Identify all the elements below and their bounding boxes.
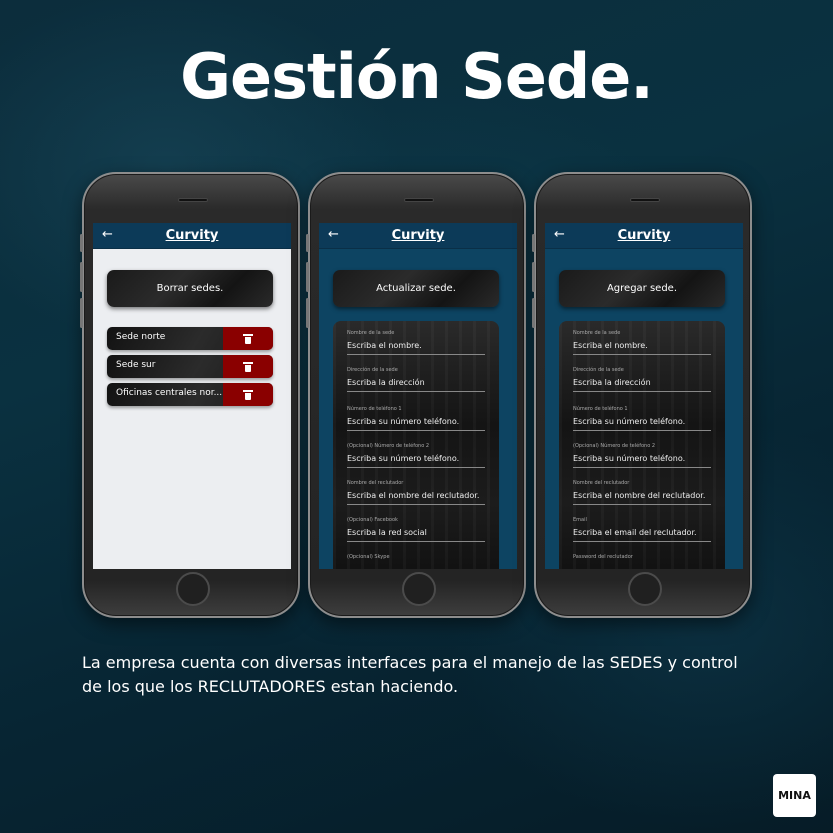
sede-name: Oficinas centrales nor...	[116, 388, 223, 398]
field-input[interactable]: Escriba el nombre.	[573, 341, 711, 355]
field-input[interactable]: Escriba la dirección	[573, 378, 711, 392]
phone-mockup-update: ← Curvity Actualizar sede. Nombre de la …	[306, 172, 526, 618]
app-title: Curvity	[617, 228, 671, 243]
field-input[interactable]: Escriba la dirección	[347, 378, 485, 392]
field-label: (Opcional) Facebook	[347, 517, 398, 523]
form-field[interactable]: (Opcional) Número de teléfono 2 Escriba …	[573, 443, 711, 468]
add-sede-button[interactable]: Agregar sede.	[559, 270, 725, 307]
list-item[interactable]: Oficinas centrales nor...	[107, 383, 273, 406]
field-input[interactable]: Escriba el nombre del reclutador.	[347, 491, 485, 505]
delete-button[interactable]	[223, 327, 273, 350]
field-label: Email	[573, 517, 587, 523]
list-item[interactable]: Sede sur	[107, 355, 273, 378]
field-label: Dirección de la sede	[573, 367, 624, 373]
trash-icon	[243, 333, 253, 344]
phone-mockup-list: ← Curvity Borrar sedes. Sede norte Sede …	[80, 172, 300, 618]
form-field[interactable]: Password del reclutador	[573, 554, 711, 560]
field-label: Número de teléfono 1	[573, 406, 628, 412]
field-label: Número de teléfono 1	[347, 406, 402, 412]
speaker	[630, 198, 660, 202]
form-field[interactable]: Nombre del reclutador Escriba el nombre …	[347, 480, 485, 505]
form-field[interactable]: (Opcional) Número de teléfono 2 Escriba …	[347, 443, 485, 468]
trash-icon	[243, 389, 253, 400]
field-label: Password del reclutador	[573, 554, 633, 560]
list-item[interactable]: Sede norte	[107, 327, 273, 350]
field-label: (Opcional) Número de teléfono 2	[347, 443, 430, 449]
field-input[interactable]: Escriba el email del reclutador.	[573, 528, 711, 542]
field-input[interactable]: Escriba su número teléfono.	[347, 417, 485, 431]
app-bar: ← Curvity	[545, 223, 743, 249]
app-bar: ← Curvity	[319, 223, 517, 249]
form-field[interactable]: Número de teléfono 1 Escriba su número t…	[347, 406, 485, 431]
trash-icon	[243, 361, 253, 372]
form-field[interactable]: (Opcional) Skype	[347, 554, 485, 560]
field-label: (Opcional) Número de teléfono 2	[573, 443, 656, 449]
form-field[interactable]: Nombre del reclutador Escriba el nombre …	[573, 480, 711, 505]
field-label: Nombre del reclutador	[573, 480, 630, 486]
field-label: (Opcional) Skype	[347, 554, 390, 560]
phone-screen: ← Curvity Actualizar sede. Nombre de la …	[319, 223, 517, 569]
field-label: Nombre de la sede	[573, 330, 621, 336]
phone-screen: ← Curvity Borrar sedes. Sede norte Sede …	[93, 223, 291, 569]
app-title: Curvity	[165, 228, 219, 243]
sede-name: Sede norte	[116, 332, 166, 342]
form-field[interactable]: Número de teléfono 1 Escriba su número t…	[573, 406, 711, 431]
speaker	[178, 198, 208, 202]
delete-button[interactable]	[223, 383, 273, 406]
field-label: Nombre de la sede	[347, 330, 395, 336]
form-field[interactable]: (Opcional) Facebook Escriba la red socia…	[347, 517, 485, 542]
field-label: Dirección de la sede	[347, 367, 398, 373]
brand-logo: MINA	[773, 774, 816, 817]
field-input[interactable]: Escriba el nombre del reclutador.	[573, 491, 711, 505]
page-headline: Gestión Sede.	[180, 40, 654, 113]
form-field[interactable]: Dirección de la sede Escriba la direcció…	[347, 367, 485, 392]
field-input[interactable]: Escriba su número teléfono.	[347, 454, 485, 468]
sede-name: Sede sur	[116, 360, 156, 370]
field-input[interactable]: Escriba la red social	[347, 528, 485, 542]
app-bar: ← Curvity	[93, 223, 291, 249]
sede-form: Nombre de la sede Escriba el nombre. Dir…	[333, 321, 499, 569]
phone-mockup-add: ← Curvity Agregar sede. Nombre de la sed…	[532, 172, 752, 618]
field-label: Nombre del reclutador	[347, 480, 404, 486]
description-caption: La empresa cuenta con diversas interface…	[82, 653, 738, 696]
field-input[interactable]: Escriba el nombre.	[347, 341, 485, 355]
home-button[interactable]	[402, 572, 436, 606]
delete-button[interactable]	[223, 355, 273, 378]
app-title: Curvity	[391, 228, 445, 243]
home-button[interactable]	[176, 572, 210, 606]
field-input[interactable]: Escriba su número teléfono.	[573, 417, 711, 431]
speaker	[404, 198, 434, 202]
form-field[interactable]: Email Escriba el email del reclutador.	[573, 517, 711, 542]
form-field[interactable]: Nombre de la sede Escriba el nombre.	[573, 330, 711, 355]
logo-text: MINA	[778, 789, 811, 802]
phone-screen: ← Curvity Agregar sede. Nombre de la sed…	[545, 223, 743, 569]
field-input[interactable]: Escriba su número teléfono.	[573, 454, 711, 468]
form-field[interactable]: Dirección de la sede Escriba la direcció…	[573, 367, 711, 392]
form-field[interactable]: Nombre de la sede Escriba el nombre.	[347, 330, 485, 355]
sede-form: Nombre de la sede Escriba el nombre. Dir…	[559, 321, 725, 569]
update-sede-button[interactable]: Actualizar sede.	[333, 270, 499, 307]
home-button[interactable]	[628, 572, 662, 606]
delete-sedes-button[interactable]: Borrar sedes.	[107, 270, 273, 307]
